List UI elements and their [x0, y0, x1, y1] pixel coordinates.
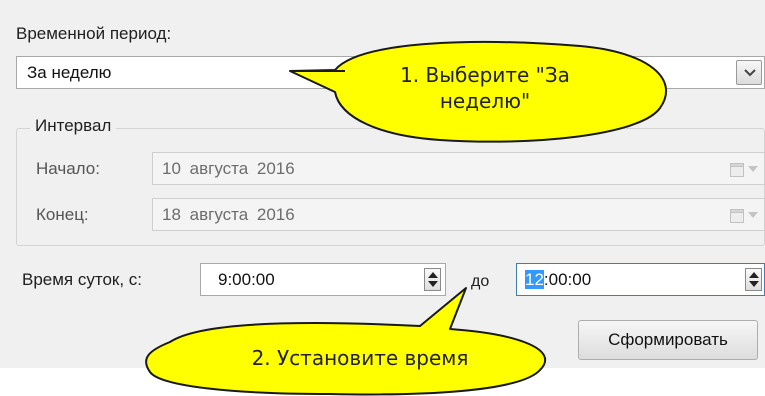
callout-1-line1: 1. Выберите "За: [400, 63, 570, 87]
callout-2-text: 2. Установите время: [251, 346, 469, 370]
callout-2-bubble: [145, 287, 547, 396]
callout-overlays: [145, 40, 667, 396]
callout-1-text: 1. Выберите "За неделю": [360, 62, 610, 114]
callout-1-line2: неделю": [439, 89, 531, 113]
